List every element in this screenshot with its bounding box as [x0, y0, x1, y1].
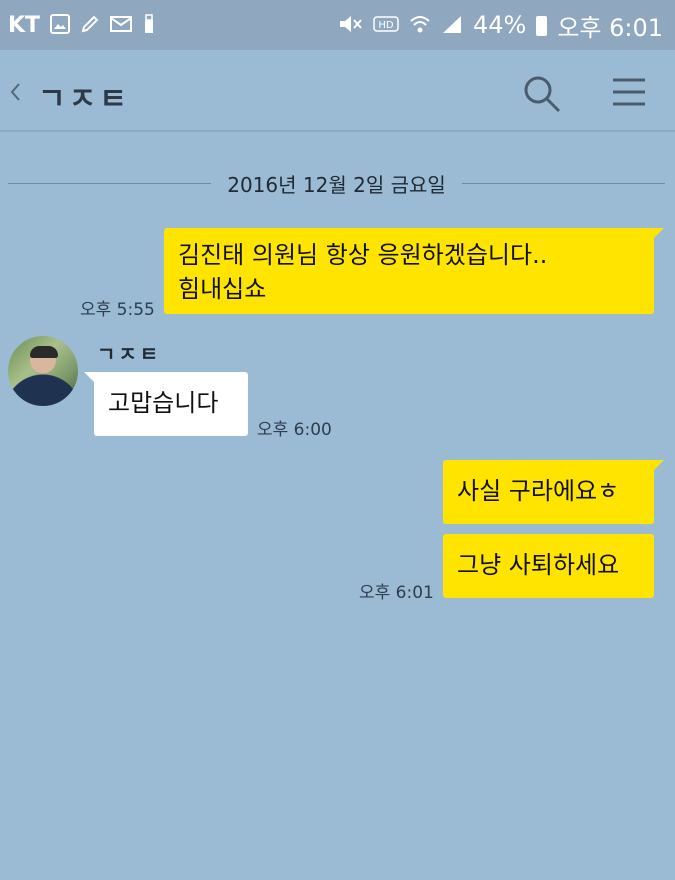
message-text: 고맙습니다: [108, 389, 219, 417]
hd-icon: HD: [373, 14, 399, 37]
divider-line-right: [461, 182, 666, 184]
chat-title: ㄱㅈㅌ: [38, 82, 130, 117]
search-icon[interactable]: [522, 74, 562, 118]
my-message-bubble[interactable]: 김진태 의원님 항상 응원하겠습니다.. 힘내십쇼: [164, 228, 664, 314]
menu-icon[interactable]: [611, 77, 647, 111]
image-icon: [50, 13, 71, 37]
divider-line-left: [8, 182, 212, 184]
carrier-label: KT: [8, 12, 41, 38]
my-message-bubble[interactable]: 사실 구라에요ㅎ: [443, 460, 664, 524]
chat-header: ㄱㅈㅌ: [0, 50, 675, 132]
message-line: 힘내십쇼: [178, 275, 267, 303]
avatar-hair: [30, 346, 58, 358]
svg-text:HD: HD: [378, 20, 394, 31]
status-left: KT: [8, 13, 156, 38]
status-clock: 오후 6:01: [557, 13, 663, 42]
avatar[interactable]: [8, 336, 78, 406]
message-time: 오후 6:01: [359, 583, 434, 603]
battery-percent: 44%: [472, 11, 527, 39]
battery-icon: [536, 16, 548, 36]
status-bar: KT HD 44% 오후 6:01: [0, 0, 675, 50]
mail-icon: [110, 15, 133, 36]
date-label: 2016년 12월 2일 금요일: [227, 172, 446, 197]
message-time: 오후 5:55: [80, 300, 155, 320]
date-divider: 2016년 12월 2일 금요일: [8, 168, 666, 198]
usb-icon: [142, 13, 156, 37]
mute-icon: [337, 14, 363, 37]
their-message-bubble[interactable]: 고맙습니다: [84, 372, 248, 436]
status-right: HD 44% 오후 6:01: [337, 8, 663, 43]
message-text: 사실 구라에요ㅎ: [457, 477, 620, 505]
message-time: 오후 6:00: [257, 420, 332, 440]
message-line: 김진태 의원님 항상 응원하겠습니다..: [178, 241, 548, 269]
message-text: 그냥 사퇴하세요: [457, 551, 620, 579]
signal-icon: [441, 14, 463, 37]
pencil-icon: [80, 14, 100, 37]
sender-name: ㄱㅈㅌ: [97, 342, 162, 366]
wifi-icon: [409, 14, 431, 37]
back-icon[interactable]: [8, 82, 24, 106]
my-message-bubble[interactable]: 그냥 사퇴하세요: [443, 534, 654, 598]
